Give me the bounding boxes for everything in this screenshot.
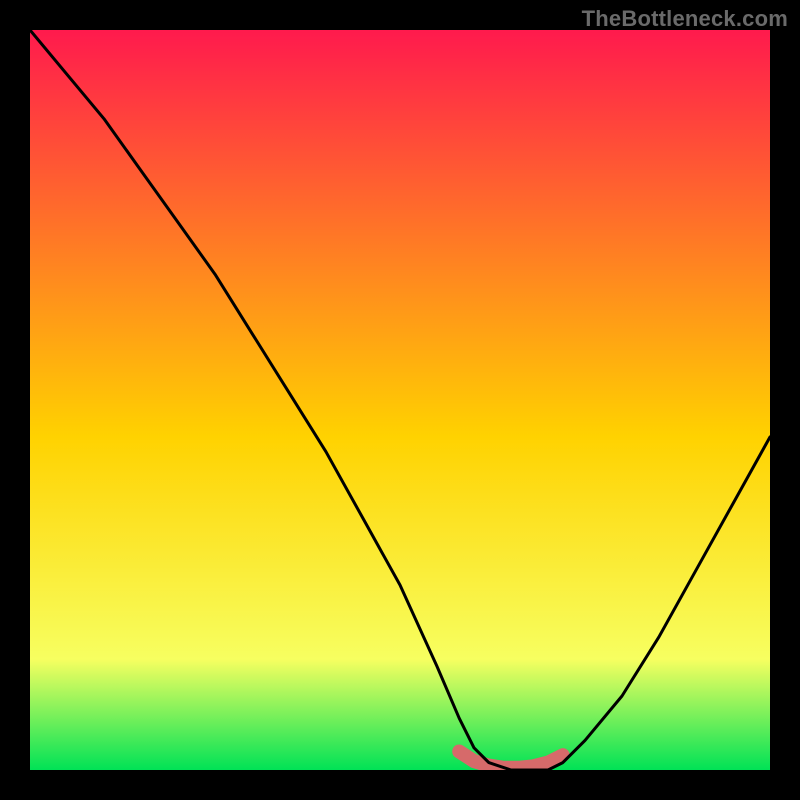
chart-container: TheBottleneck.com: [0, 0, 800, 800]
plot-svg: [30, 30, 770, 770]
watermark-text: TheBottleneck.com: [582, 6, 788, 32]
gradient-background: [30, 30, 770, 770]
plot-frame: [30, 30, 770, 770]
